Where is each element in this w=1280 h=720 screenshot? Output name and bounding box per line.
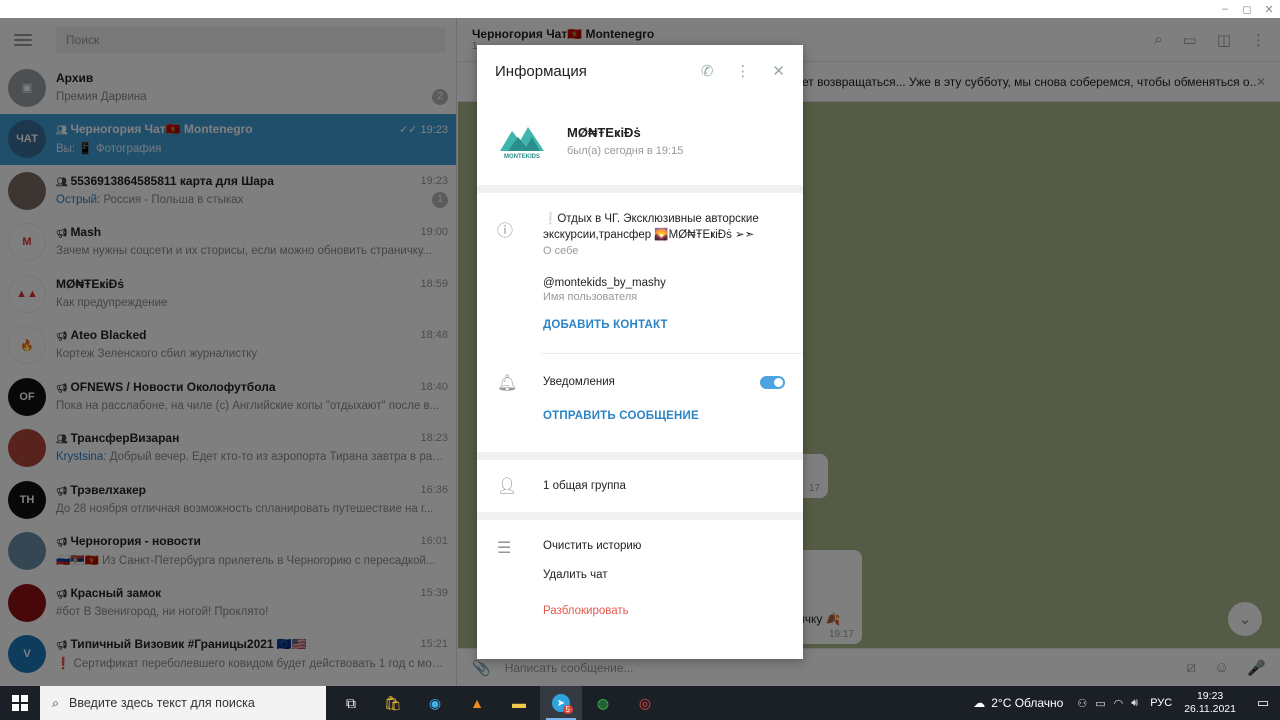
profile-name: MØ₦ŦEҝiĐṡ: [567, 125, 641, 140]
username-label: Имя пользователя: [543, 291, 638, 303]
taskbar-apps: ⧉ 🛍︎ ◉ ▲ ▬ ➤ 5 ◍ ◎: [330, 686, 666, 720]
maximize-button[interactable]: ◻: [1236, 0, 1258, 18]
weather-widget[interactable]: ☁ 2°C Облачно: [973, 696, 1063, 710]
notifications-section: 🔔︎ Уведомления ОТПРАВИТЬ СООБЩЕНИЕ: [477, 354, 803, 452]
language-indicator[interactable]: РУС: [1150, 697, 1172, 709]
people-icon[interactable]: ⚇: [1077, 697, 1087, 710]
task-view-icon[interactable]: ⧉: [330, 686, 372, 720]
profile-status: был(а) сегодня в 19:15: [567, 145, 684, 157]
clock[interactable]: 19:23 26.11.2021: [1184, 690, 1236, 716]
close-icon[interactable]: ✕: [772, 62, 785, 80]
telegram-badge: 5: [562, 705, 573, 714]
edge-icon[interactable]: ◉: [414, 686, 456, 720]
delete-chat-button[interactable]: Удалить чат: [543, 569, 785, 581]
clock-date: 26.11.2021: [1184, 703, 1236, 715]
profile-avatar[interactable]: MONTEKIDS: [497, 116, 547, 166]
taskbar-search[interactable]: ⌕ Введите здесь текст для поиска: [40, 686, 326, 720]
clear-history-button[interactable]: Очистить историю: [543, 520, 785, 552]
wifi-icon[interactable]: ◠: [1114, 697, 1124, 710]
vlc-icon[interactable]: ▲: [456, 686, 498, 720]
actions-section: ☰ Очистить историю Удалить чат Разблокир…: [477, 520, 803, 640]
clock-time: 19:23: [1196, 690, 1224, 702]
dialog-title: Информация: [495, 62, 587, 80]
search-icon: ⌕: [52, 695, 60, 710]
minimize-button[interactable]: –: [1214, 0, 1236, 18]
chrome-icon[interactable]: ◎: [624, 686, 666, 720]
more-vertical-icon[interactable]: ⋮: [735, 62, 750, 80]
user-icon: 👤︎: [497, 478, 518, 495]
telegram-icon[interactable]: ➤ 5: [540, 686, 582, 720]
common-groups-label: 1 общая группа: [543, 480, 626, 492]
system-tray: ☁ 2°C Облачно ⚇ ▭ ◠ 🔊︎ РУС 19:23 26.11.2…: [973, 686, 1280, 720]
start-button[interactable]: [0, 686, 40, 720]
unblock-button[interactable]: Разблокировать: [543, 605, 785, 617]
info-dialog: Информация ✆ ⋮ ✕ MONTEKIDS MØ₦ŦEҝiĐṡ был…: [477, 45, 803, 659]
profile-block: MONTEKIDS MØ₦ŦEҝiĐṡ был(а) сегодня в 19:…: [477, 97, 803, 185]
notification-icon[interactable]: ▭: [1246, 695, 1280, 711]
mountain-logo-icon: [500, 126, 544, 151]
divider: [477, 512, 803, 520]
divider: [477, 185, 803, 193]
bell-icon: 🔔︎: [497, 375, 518, 392]
file-explorer-icon[interactable]: ▬: [498, 686, 540, 720]
groups-section[interactable]: 👤︎ 1 общая группа: [477, 460, 803, 512]
notifications-label: Уведомления: [543, 376, 615, 388]
cloud-icon: ☁: [973, 696, 986, 710]
notifications-toggle[interactable]: [760, 375, 785, 389]
logo-text: MONTEKIDS: [504, 153, 540, 160]
taskbar-search-input: Введите здесь текст для поиска: [69, 696, 255, 710]
taskbar: ⌕ Введите здесь текст для поиска ⧉ 🛍︎ ◉ …: [0, 686, 1280, 720]
store-icon[interactable]: 🛍︎: [372, 686, 414, 720]
about-section: ⓘ ❕Отдых в ЧГ. Эксклюзивные авторские эк…: [477, 193, 803, 353]
dialog-header: Информация ✆ ⋮ ✕: [477, 45, 803, 97]
weather-text: 2°C Облачно: [991, 696, 1064, 710]
screen: – ◻ ✕ Поиск ▣АрхивПремия Дарвина2ЧАТ👥︎Че…: [0, 0, 1280, 720]
volume-icon[interactable]: 🔊︎: [1131, 697, 1138, 710]
battery-icon[interactable]: ▭: [1095, 697, 1105, 710]
phone-icon[interactable]: ✆: [701, 62, 714, 80]
add-contact-button[interactable]: ДОБАВИТЬ КОНТАКТ: [543, 319, 785, 331]
info-icon: ⓘ: [497, 223, 514, 240]
whatsapp-icon[interactable]: ◍: [582, 686, 624, 720]
username-text[interactable]: @montekids_by_mashy: [543, 277, 785, 289]
divider: [477, 452, 803, 460]
bio-label: О себе: [543, 245, 579, 257]
send-message-button[interactable]: ОТПРАВИТЬ СООБЩЕНИЕ: [543, 410, 785, 422]
list-icon: ☰: [497, 540, 512, 557]
close-window-button[interactable]: ✕: [1258, 0, 1280, 18]
windows-icon: [12, 695, 28, 711]
window-controls: – ◻ ✕: [1214, 0, 1280, 18]
bio-text: ❕Отдых в ЧГ. Эксклюзивные авторские экск…: [543, 213, 759, 241]
